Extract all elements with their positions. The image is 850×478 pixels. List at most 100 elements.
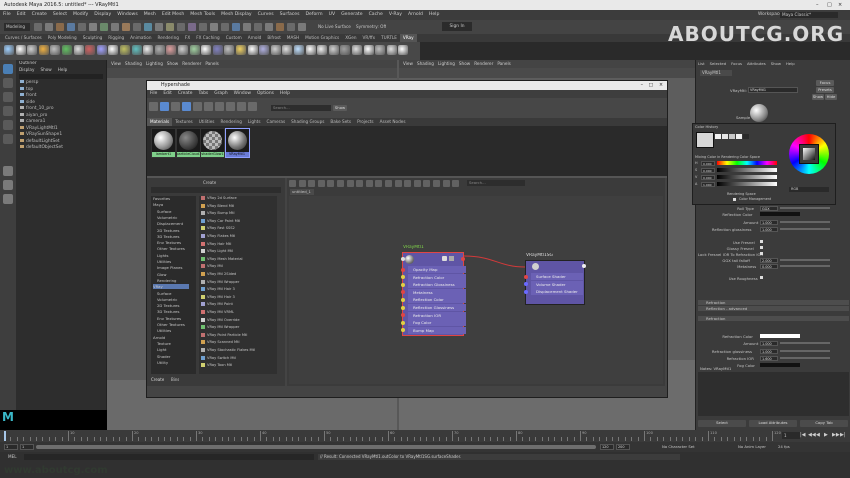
create-tree-item[interactable]: Utilities: [157, 259, 171, 264]
attr-value-field[interactable]: 1.000: [760, 348, 778, 354]
sg-port-row[interactable]: Displacement Shader: [531, 288, 583, 296]
create-tree-item[interactable]: Light: [157, 347, 166, 352]
menu-edit-mesh[interactable]: Edit Mesh: [159, 10, 187, 20]
create-tree-item[interactable]: Surface: [157, 209, 171, 214]
menu-surfaces[interactable]: Surfaces: [277, 10, 303, 20]
menu-display[interactable]: Display: [91, 10, 114, 20]
maximize-icon[interactable]: □: [827, 2, 832, 8]
graph-search-input[interactable]: Search...: [467, 180, 525, 186]
create-tree-item[interactable]: Other Textures: [157, 246, 185, 251]
shelf-tool-icon[interactable]: [50, 45, 61, 55]
status-tool-icon[interactable]: [89, 23, 97, 31]
attr-value-field[interactable]: 1.600: [760, 355, 778, 361]
status-tool-icon[interactable]: [144, 23, 152, 31]
status-tool-icon[interactable]: [111, 23, 119, 31]
node-out-port[interactable]: [461, 257, 465, 261]
create-list-item[interactable]: VRay Mtl Hair 3: [201, 294, 235, 299]
hs-toolbar-icon[interactable]: [160, 102, 169, 111]
graph-tool-icon[interactable]: [327, 180, 335, 187]
menu-mesh-display[interactable]: Mesh Display: [218, 10, 255, 20]
node-port-row[interactable]: Fog Color: [408, 319, 466, 327]
create-list-item[interactable]: VRay Bump Mtl: [201, 211, 235, 216]
status-tool-icon[interactable]: [100, 23, 108, 31]
attr-type-field[interactable]: VRayMtl1: [748, 87, 798, 93]
create-list-item[interactable]: VRay Mtl: [201, 264, 223, 269]
menu-edit[interactable]: Edit: [14, 10, 29, 20]
current-frame-field[interactable]: 1: [782, 432, 800, 439]
outliner-item[interactable]: front_10_pro: [20, 106, 54, 111]
viewport-menu-lighting[interactable]: Lighting: [436, 61, 457, 66]
hs-tab[interactable]: Cameras: [264, 118, 289, 126]
status-tool-icon[interactable]: [210, 23, 218, 31]
status-tool-icon[interactable]: [45, 23, 53, 31]
hs-tab[interactable]: Shading Groups: [288, 118, 327, 126]
two-pane-icon[interactable]: [3, 194, 13, 204]
status-tool-icon[interactable]: [243, 23, 251, 31]
node-mode-icon[interactable]: [442, 256, 447, 261]
graph-tool-icon[interactable]: [433, 180, 440, 187]
live-surface-label[interactable]: No Live Surface: [318, 23, 351, 31]
node-graph[interactable]: VRayMtl1 Opacity Map Refraction Color Refr…: [289, 196, 663, 384]
hs-toolbar-icon[interactable]: [182, 102, 191, 111]
shelf-tool-icon[interactable]: [120, 45, 130, 55]
attr-value-field[interactable]: 2.000: [760, 257, 778, 263]
outliner-item[interactable]: top: [20, 86, 33, 92]
create-tree-item[interactable]: Utility: [157, 360, 168, 365]
rotate-tool-icon[interactable]: [3, 120, 13, 130]
status-tool-icon[interactable]: [177, 23, 185, 31]
graph-tool-icon[interactable]: [346, 180, 354, 187]
color-wheel[interactable]: [789, 134, 829, 174]
attr-slider[interactable]: [780, 207, 830, 209]
shelf-tool-icon[interactable]: [282, 45, 293, 55]
shelf-tab[interactable]: Motion Graphics: [302, 34, 342, 42]
attr-menu-show[interactable]: Show: [771, 61, 781, 66]
attr-menu-selected[interactable]: Selected: [710, 61, 726, 66]
history-swatch-4[interactable]: [729, 134, 735, 139]
attr-section-header[interactable]: Refraction: [698, 300, 849, 305]
outliner-search[interactable]: [19, 74, 103, 79]
outliner-item[interactable]: defaultLightSet: [20, 138, 60, 144]
node-port-row[interactable]: Refraction Color: [408, 273, 466, 281]
shelf-tool-icon[interactable]: [96, 45, 107, 55]
hs-toolbar-icon[interactable]: [248, 102, 257, 111]
sg-port-in-icon[interactable]: [524, 274, 528, 279]
viewport-menu-lighting[interactable]: Lighting: [144, 61, 165, 66]
shelf-tab[interactable]: Animation: [127, 34, 154, 42]
graph-tool-icon[interactable]: [413, 180, 421, 187]
status-tool-icon[interactable]: [232, 23, 240, 31]
status-tool-icon[interactable]: [122, 23, 130, 31]
attr-slider[interactable]: [780, 221, 830, 223]
show-button[interactable]: Show: [812, 94, 824, 100]
range-inner-start-field[interactable]: 1: [20, 444, 34, 450]
create-list-item[interactable]: VRay Stochastic Flakes Mtl: [201, 348, 255, 352]
attr-value-field[interactable]: GGX: [760, 205, 778, 211]
create-list-item[interactable]: VRay 2d Surface: [201, 196, 237, 200]
create-list-item[interactable]: VRay Light Mtl: [201, 249, 233, 254]
hs-menu-graph[interactable]: Graph: [211, 90, 230, 98]
viewport-menu-panels[interactable]: Panels: [203, 61, 220, 66]
hs-toolbar-icon[interactable]: [215, 102, 224, 111]
vraymtlsg-node[interactable]: VRayMtl1SG Surface Shader Volume Shader Di…: [524, 253, 586, 305]
attr-control[interactable]: [760, 276, 763, 279]
hsv-field[interactable]: 0.000: [701, 167, 715, 173]
graph-tool-icon[interactable]: [442, 180, 450, 187]
character-set-label[interactable]: No Character Set: [662, 443, 695, 451]
playback-go-start-icon[interactable]: |◀: [800, 432, 806, 438]
history-swatch-6[interactable]: [743, 134, 749, 139]
create-list-item[interactable]: VRay Toon Mtl: [201, 363, 232, 368]
graph-tool-icon[interactable]: [394, 180, 402, 187]
select-tool-icon[interactable]: [3, 64, 13, 74]
focus-button[interactable]: Focus: [816, 80, 834, 86]
create-search-input[interactable]: [151, 187, 281, 193]
create-tree-item[interactable]: Surface: [157, 291, 171, 296]
attr-value-field[interactable]: 1.000: [760, 219, 778, 225]
attr-value-field[interactable]: 1.000: [760, 226, 778, 232]
create-tree-item[interactable]: Shader: [157, 354, 170, 359]
menu-file[interactable]: File: [0, 10, 14, 20]
node-port-row[interactable]: Refraction IOR: [408, 311, 466, 319]
menu-curves[interactable]: Curves: [255, 10, 277, 20]
create-list-item[interactable]: VRay Mtl Wrapper: [201, 279, 239, 284]
menu-cache[interactable]: Cache: [366, 10, 386, 20]
status-tool-icon[interactable]: [56, 23, 64, 31]
attr-slider[interactable]: [780, 265, 830, 267]
